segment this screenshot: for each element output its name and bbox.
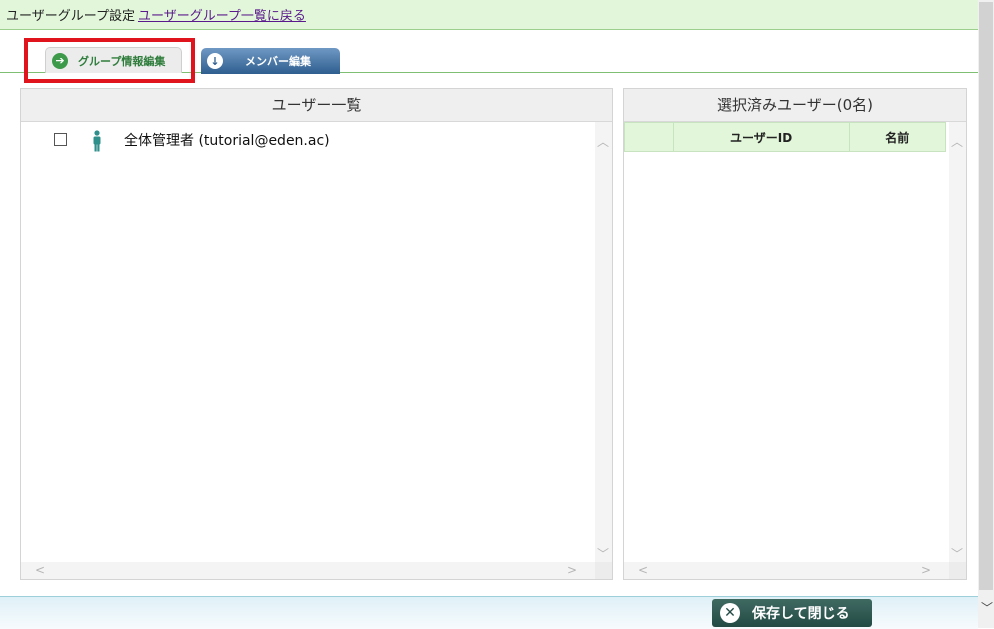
column-header-select — [624, 122, 674, 152]
column-header-user-id[interactable]: ユーザーID — [672, 122, 850, 152]
window-scrollbar[interactable]: ﹀ — [978, 0, 994, 628]
window-scrollbar-thumb[interactable] — [979, 2, 993, 590]
back-to-user-group-list-link[interactable]: ユーザーグループ一覧に戻る — [138, 9, 306, 24]
person-icon — [93, 130, 101, 152]
selected-users-table: ユーザーID 名前 — [624, 122, 947, 152]
chevron-down-icon[interactable]: ﹀ — [597, 548, 609, 560]
user-label: 全体管理者 (tutorial@eden.ac) — [124, 133, 330, 149]
close-circle-icon: ✕ — [720, 603, 740, 623]
user-checkbox[interactable] — [54, 133, 67, 146]
vertical-scrollbar[interactable]: ︿ ﹀ — [595, 122, 612, 562]
chevron-left-icon[interactable]: < — [35, 564, 45, 576]
scrollbar-corner — [949, 562, 966, 579]
scrollbar-corner — [595, 562, 612, 579]
chevron-up-icon[interactable]: ︿ — [951, 136, 963, 148]
page-header: ユーザーグループ設定 ユーザーグループ一覧に戻る — [0, 0, 978, 30]
tab-label: メンバー編集 — [245, 55, 311, 68]
horizontal-scrollbar[interactable]: < > — [624, 562, 949, 579]
save-button-label: 保存して閉じる — [752, 606, 850, 622]
table-header-row: ユーザーID 名前 — [624, 122, 947, 152]
column-header-name[interactable]: 名前 — [848, 122, 947, 152]
user-list-panel: ユーザー一覧 全体管理者 (tutorial@eden.ac) ︿ ﹀ < > — [20, 88, 613, 580]
arrow-down-circle-icon: ↓ — [207, 53, 223, 69]
vertical-scrollbar[interactable]: ︿ ﹀ — [949, 122, 966, 562]
horizontal-scrollbar[interactable]: < > — [21, 562, 595, 579]
chevron-right-icon[interactable]: > — [921, 564, 931, 576]
chevron-right-icon[interactable]: > — [567, 564, 577, 576]
chevron-up-icon[interactable]: ︿ — [597, 136, 609, 148]
chevron-down-icon[interactable]: ﹀ — [951, 548, 963, 560]
chevron-down-icon[interactable]: ﹀ — [981, 599, 993, 616]
list-item[interactable]: 全体管理者 (tutorial@eden.ac) — [21, 129, 591, 152]
highlight-box — [24, 38, 195, 83]
selected-users-title: 選択済みユーザー(0名) — [624, 89, 966, 122]
tab-member-edit[interactable]: ↓ メンバー編集 — [201, 48, 340, 74]
page-title: ユーザーグループ設定 — [6, 9, 135, 24]
chevron-left-icon[interactable]: < — [638, 564, 648, 576]
user-list-title: ユーザー一覧 — [21, 89, 612, 122]
selected-users-panel: 選択済みユーザー(0名) ユーザーID 名前 ︿ ﹀ < > — [623, 88, 967, 580]
save-and-close-button[interactable]: ✕ 保存して閉じる — [712, 599, 872, 627]
